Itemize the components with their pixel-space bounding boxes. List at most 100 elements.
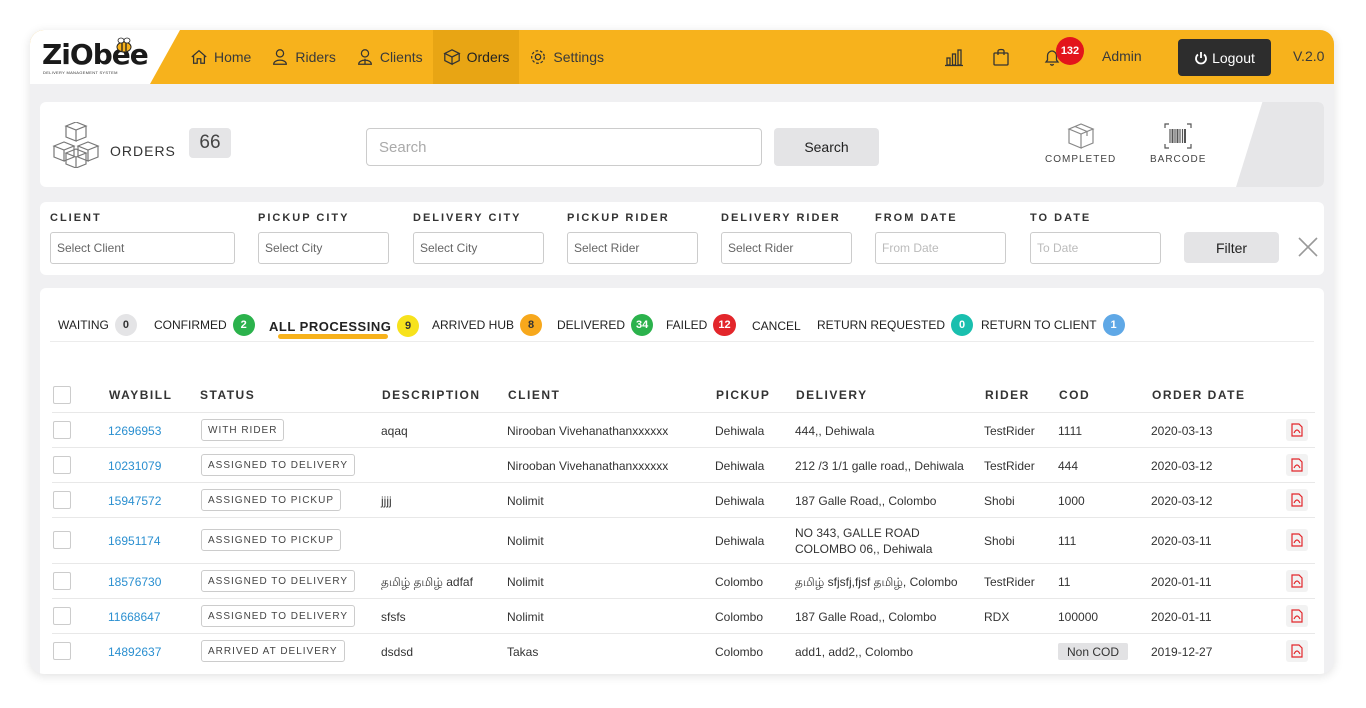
table-row[interactable]: 18576730 ASSIGNED TO DELIVERY தமிழ் தமிழ… xyxy=(52,563,1315,598)
tab-return-to-client[interactable]: RETURN TO CLIENT 1 xyxy=(981,314,1125,336)
column-header-rider[interactable]: RIDER xyxy=(985,388,1030,402)
tab-confirmed[interactable]: CONFIRMED 2 xyxy=(154,314,255,336)
pdf-button[interactable] xyxy=(1286,419,1308,441)
row-checkbox[interactable] xyxy=(53,642,71,660)
nav-home[interactable]: Home xyxy=(180,30,261,84)
table-row[interactable]: 15947572 ASSIGNED TO PICKUP jjjj Nolimit… xyxy=(52,482,1315,517)
active-tab-indicator xyxy=(278,334,388,339)
client-cell: Takas xyxy=(507,645,539,659)
package-icon xyxy=(1067,123,1095,149)
table-row[interactable]: 10231079 ASSIGNED TO DELIVERY Nirooban V… xyxy=(52,447,1315,482)
waybill-link[interactable]: 16951174 xyxy=(108,534,161,548)
pickup-rider-select[interactable] xyxy=(567,232,698,264)
logo[interactable]: ZiObee DELIVERY MANAGEMENT SYSTEM xyxy=(30,30,180,84)
nav-settings[interactable]: Settings xyxy=(519,30,614,84)
nav-clients[interactable]: Clients xyxy=(346,30,433,84)
waybill-link[interactable]: 15947572 xyxy=(108,494,161,508)
orders-table-card: WAITING 0 CONFIRMED 2 ALL PROCESSING 9 A… xyxy=(40,288,1324,674)
tab-failed[interactable]: FAILED 12 xyxy=(666,314,736,336)
to-date-field[interactable] xyxy=(1030,232,1161,264)
tab-label: CANCEL xyxy=(752,319,801,333)
tab-waiting[interactable]: WAITING 0 xyxy=(58,314,137,336)
status-badge: WITH RIDER xyxy=(201,419,285,441)
orders-title: ORDERS xyxy=(110,143,176,159)
client-select[interactable] xyxy=(50,232,235,264)
pickup-cell: Dehiwala xyxy=(715,424,765,438)
row-checkbox[interactable] xyxy=(53,607,71,625)
shopping-bag-icon[interactable] xyxy=(991,47,1011,67)
waybill-link[interactable]: 14892637 xyxy=(108,645,161,659)
column-header-cod[interactable]: COD xyxy=(1059,388,1090,402)
filter-pickup-city: PICKUP CITY xyxy=(258,212,389,264)
row-checkbox[interactable] xyxy=(53,421,71,439)
pdf-button[interactable] xyxy=(1286,640,1308,662)
waybill-link[interactable]: 12696953 xyxy=(108,424,161,438)
tab-cancel[interactable]: CANCEL xyxy=(752,319,801,333)
status-badge: ASSIGNED TO DELIVERY xyxy=(201,570,356,592)
chart-icon[interactable] xyxy=(944,47,964,67)
waybill-link[interactable]: 11668647 xyxy=(108,610,161,624)
column-header-waybill[interactable]: WAYBILL xyxy=(109,388,172,402)
pickup-city-select[interactable] xyxy=(258,232,389,264)
delivery-rider-select[interactable] xyxy=(721,232,852,264)
filter-to-date: TO DATE xyxy=(1030,212,1161,264)
nav-orders[interactable]: Orders xyxy=(432,30,520,84)
row-checkbox[interactable] xyxy=(53,531,71,549)
column-header-order-date[interactable]: ORDER DATE xyxy=(1152,388,1245,402)
status-badge: ASSIGNED TO PICKUP xyxy=(201,529,341,551)
filter-button[interactable]: Filter xyxy=(1184,232,1279,263)
table-row[interactable]: 14892637 ARRIVED AT DELIVERY dsdsd Takas… xyxy=(52,633,1315,668)
barcode-link[interactable]: BARCODE xyxy=(1150,122,1206,165)
row-checkbox[interactable] xyxy=(53,456,71,474)
column-header-status[interactable]: STATUS xyxy=(200,388,255,402)
delivery-city-select[interactable] xyxy=(413,232,544,264)
home-icon xyxy=(191,49,207,64)
row-checkbox[interactable] xyxy=(53,491,71,509)
top-navbar: ZiObee DELIVERY MANAGEMENT SYSTEM Home R… xyxy=(30,30,1334,84)
pdf-button[interactable] xyxy=(1286,570,1308,592)
column-header-description[interactable]: DESCRIPTION xyxy=(382,388,481,402)
search-button[interactable]: Search xyxy=(774,128,879,166)
cod-cell: 100000 xyxy=(1058,610,1099,624)
order-date-cell: 2019-12-27 xyxy=(1151,645,1213,659)
client-cell: Nolimit xyxy=(507,575,544,589)
completed-link[interactable]: COMPLETED xyxy=(1045,122,1116,165)
pdf-button[interactable] xyxy=(1286,454,1308,476)
admin-user[interactable]: Admin xyxy=(1102,48,1142,64)
column-header-client[interactable]: CLIENT xyxy=(508,388,560,402)
tab-arrived-hub[interactable]: ARRIVED HUB 8 xyxy=(432,314,543,336)
table-row[interactable]: 12696953 WITH RIDER aqaq Nirooban Viveha… xyxy=(52,412,1315,447)
from-date-field[interactable] xyxy=(875,232,1006,264)
select-all-checkbox[interactable] xyxy=(53,386,71,404)
pdf-button[interactable] xyxy=(1286,489,1308,511)
table-row[interactable]: 16951174 ASSIGNED TO PICKUP Nolimit Dehi… xyxy=(52,517,1315,563)
client-cell: Nirooban Vivehanathanxxxxxx xyxy=(507,459,669,473)
notification-badge[interactable]: 132 xyxy=(1056,37,1084,65)
column-header-delivery[interactable]: DELIVERY xyxy=(796,388,868,402)
nav-settings-label: Settings xyxy=(553,49,605,65)
tab-return-requested[interactable]: RETURN REQUESTED 0 xyxy=(817,314,974,336)
orders-header-card: ORDERS 66 Search COMPLETED BARCODE xyxy=(40,102,1324,187)
pickup-cell: Colombo xyxy=(715,575,764,589)
pdf-icon xyxy=(1291,644,1303,658)
close-icon[interactable] xyxy=(1296,235,1320,259)
tab-delivered[interactable]: DELIVERED 34 xyxy=(557,314,654,336)
row-checkbox[interactable] xyxy=(53,572,71,590)
logout-button[interactable]: Logout xyxy=(1178,39,1271,76)
search-input[interactable] xyxy=(366,128,762,166)
box-icon xyxy=(443,49,461,66)
pdf-button[interactable] xyxy=(1286,529,1308,551)
tab-label: ALL PROCESSING xyxy=(269,318,392,334)
delivery-cell: தமிழ் sfjsfj,fjsf தமிழ், Colombo xyxy=(795,575,958,589)
pdf-icon xyxy=(1291,458,1303,472)
waybill-link[interactable]: 18576730 xyxy=(108,575,161,589)
version-label: V.2.0 xyxy=(1293,48,1325,64)
order-date-cell: 2020-01-11 xyxy=(1151,610,1212,624)
waybill-link[interactable]: 10231079 xyxy=(108,459,161,473)
column-header-pickup[interactable]: PICKUP xyxy=(716,388,770,402)
nav-riders[interactable]: Riders xyxy=(261,30,345,84)
tab-count-badge: 2 xyxy=(232,314,255,336)
pdf-button[interactable] xyxy=(1286,605,1308,627)
tab-count-badge: 12 xyxy=(713,314,736,336)
table-row[interactable]: 11668647 ASSIGNED TO DELIVERY sfsfs Noli… xyxy=(52,598,1315,633)
